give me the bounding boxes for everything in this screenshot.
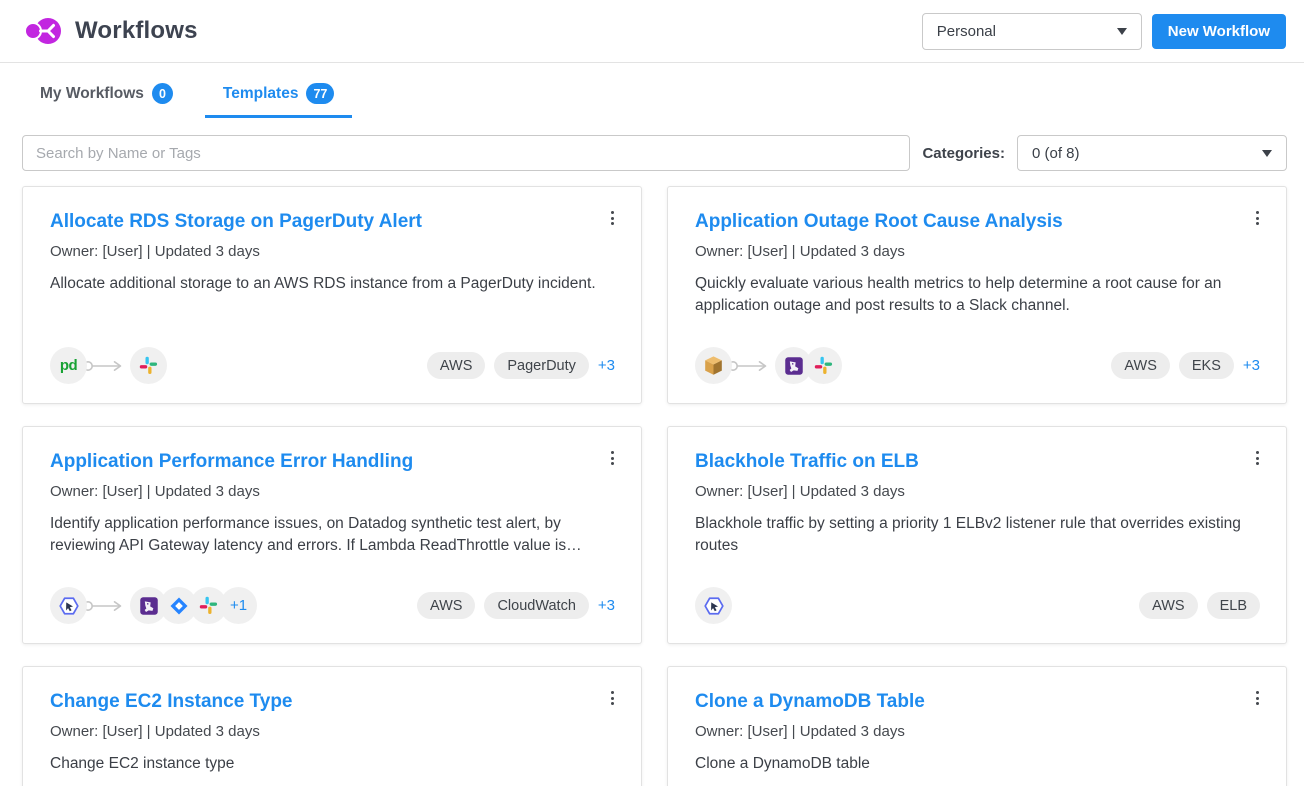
workflow-tags: AWS EKS +3: [1111, 352, 1260, 379]
workflow-meta: Owner: [User] | Updated 3 days: [695, 243, 1260, 260]
card-menu-button[interactable]: [1246, 205, 1268, 231]
workflow-description: Change EC2 instance type: [50, 753, 615, 775]
tab-my-workflows[interactable]: My Workflows 0: [22, 81, 191, 118]
workflow-card[interactable]: Allocate RDS Storage on PagerDuty Alert …: [22, 186, 642, 404]
more-tags-link[interactable]: +3: [598, 597, 615, 614]
tag-pill: CloudWatch: [484, 592, 588, 619]
workflow-connector-icons: +1: [50, 587, 257, 624]
categories-select-value: 0 (of 8): [1032, 145, 1080, 162]
workflow-title[interactable]: Application Outage Root Cause Analysis: [695, 210, 1260, 234]
connector-arrow-icon: [82, 599, 128, 613]
workflow-description: Identify application performance issues,…: [50, 513, 615, 557]
workflows-page: Workflows Personal New Workflow My Workf…: [0, 0, 1304, 786]
tab-label: My Workflows: [40, 85, 144, 103]
workflow-card[interactable]: Blackhole Traffic on ELB Owner: [User] |…: [667, 426, 1287, 644]
tag-pill: AWS: [1139, 592, 1198, 619]
connector-arrow-icon: [727, 359, 773, 373]
pagerduty-icon: pd: [50, 347, 87, 384]
tab-templates[interactable]: Templates 77: [205, 81, 352, 118]
hexagon-cursor-icon: [50, 587, 87, 624]
tag-pill: AWS: [427, 352, 486, 379]
card-menu-button[interactable]: [601, 205, 623, 231]
aws-icon: [695, 347, 732, 384]
workflow-meta: Owner: [User] | Updated 3 days: [50, 723, 615, 740]
card-footer: AWS EKS +3: [695, 347, 1260, 384]
datadog-icon: [130, 587, 167, 624]
workflow-connector-icons: [695, 347, 842, 384]
new-workflow-button[interactable]: New Workflow: [1152, 14, 1286, 49]
slack-icon: [130, 347, 167, 384]
more-tags-link[interactable]: +3: [598, 357, 615, 374]
workflow-card[interactable]: Change EC2 Instance Type Owner: [User] |…: [22, 666, 642, 786]
tag-pill: PagerDuty: [494, 352, 589, 379]
chevron-down-icon: [1117, 28, 1127, 35]
categories-label: Categories:: [922, 145, 1005, 162]
categories-select[interactable]: 0 (of 8): [1017, 135, 1287, 171]
target-icons: +1: [130, 587, 257, 624]
search-input[interactable]: [22, 135, 910, 171]
tab-bar: My Workflows 0 Templates 77: [0, 63, 1304, 118]
workflow-meta: Owner: [User] | Updated 3 days: [695, 723, 1260, 740]
tag-pill: AWS: [417, 592, 476, 619]
my-workflows-count-badge: 0: [152, 83, 173, 104]
more-tags-link[interactable]: +3: [1243, 357, 1260, 374]
tag-pill: ELB: [1207, 592, 1260, 619]
workflow-connector-icons: [695, 587, 732, 624]
tag-pill: AWS: [1111, 352, 1170, 379]
templates-count-badge: 77: [306, 83, 334, 104]
card-footer: +1 AWS CloudWatch +3: [50, 587, 615, 624]
datadog-icon: [775, 347, 812, 384]
hexagon-cursor-icon: [695, 587, 732, 624]
workflow-card[interactable]: Application Performance Error Handling O…: [22, 426, 642, 644]
tab-label: Templates: [223, 85, 299, 103]
chevron-down-icon: [1262, 150, 1272, 157]
workflow-card[interactable]: Application Outage Root Cause Analysis O…: [667, 186, 1287, 404]
workflow-title[interactable]: Application Performance Error Handling: [50, 450, 615, 474]
target-icons: [775, 347, 842, 384]
workflow-description: Quickly evaluate various health metrics …: [695, 273, 1260, 317]
workflow-title[interactable]: Blackhole Traffic on ELB: [695, 450, 1260, 474]
card-menu-button[interactable]: [601, 445, 623, 471]
filter-bar: Categories: 0 (of 8): [22, 135, 1287, 171]
card-footer: AWS ELB: [695, 587, 1260, 624]
card-footer: pd AWS PagerDuty +3: [50, 347, 615, 384]
workflow-description: Clone a DynamoDB table: [695, 753, 1260, 775]
workflow-description: Blackhole traffic by setting a priority …: [695, 513, 1260, 557]
card-menu-button[interactable]: [1246, 445, 1268, 471]
workflow-card[interactable]: Clone a DynamoDB Table Owner: [User] | U…: [667, 666, 1287, 786]
card-menu-button[interactable]: [601, 685, 623, 711]
workflow-tags: AWS PagerDuty +3: [427, 352, 615, 379]
workspace-select[interactable]: Personal: [922, 13, 1142, 50]
card-menu-button[interactable]: [1246, 685, 1268, 711]
workflow-description: Allocate additional storage to an AWS RD…: [50, 273, 615, 295]
workflow-title[interactable]: Allocate RDS Storage on PagerDuty Alert: [50, 210, 615, 234]
tag-pill: EKS: [1179, 352, 1234, 379]
workflow-grid: Allocate RDS Storage on PagerDuty Alert …: [22, 186, 1287, 786]
page-header: Workflows Personal New Workflow: [0, 0, 1304, 63]
workflow-tags: AWS CloudWatch +3: [417, 592, 615, 619]
workflow-meta: Owner: [User] | Updated 3 days: [50, 483, 615, 500]
page-title: Workflows: [75, 17, 198, 45]
app-logo-icon: [24, 13, 64, 49]
workflow-connector-icons: pd: [50, 347, 167, 384]
workflow-tags: AWS ELB: [1139, 592, 1260, 619]
target-icons: [130, 347, 167, 384]
workflow-title[interactable]: Clone a DynamoDB Table: [695, 690, 1260, 714]
workflow-meta: Owner: [User] | Updated 3 days: [50, 243, 615, 260]
connector-arrow-icon: [82, 359, 128, 373]
workflow-meta: Owner: [User] | Updated 3 days: [695, 483, 1260, 500]
workspace-select-value: Personal: [937, 23, 996, 40]
workflow-title[interactable]: Change EC2 Instance Type: [50, 690, 615, 714]
